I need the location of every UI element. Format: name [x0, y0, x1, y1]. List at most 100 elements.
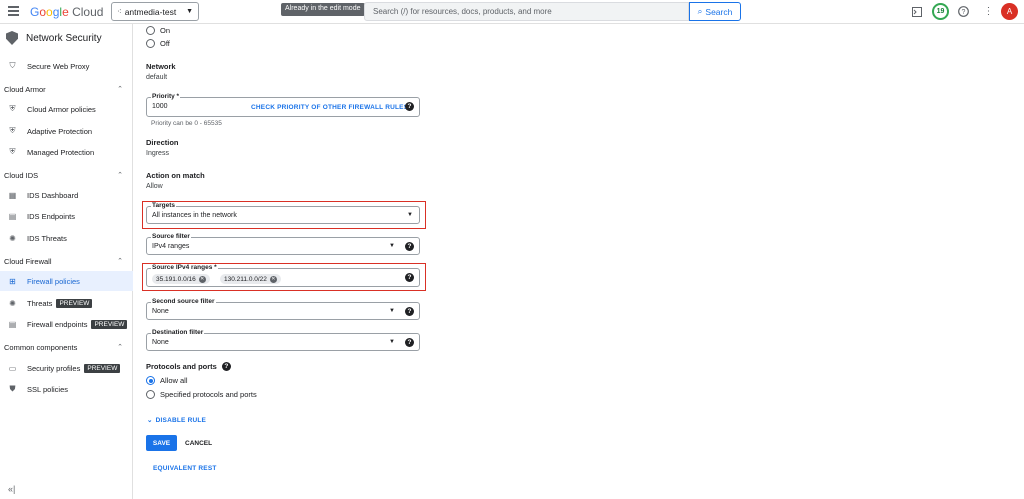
source-filter-select[interactable]: Source filter IPv4 ranges ▼ ?: [146, 233, 420, 255]
disable-rule-label: DISABLE RULE: [155, 416, 207, 424]
firewall-rule-form: On Off Network default Priority * 1000 C…: [133, 24, 1024, 499]
logs-on-option[interactable]: On: [146, 26, 170, 35]
managed-shield-icon: ⛨: [9, 147, 16, 156]
action-label: Action on match: [146, 171, 205, 180]
sidebar-item-ids-threats[interactable]: ✺ IDS Threats: [0, 228, 133, 248]
policy-shield-icon: ⛨: [9, 104, 16, 113]
project-name: antmedia-test: [124, 6, 177, 17]
google-cloud-logo[interactable]: Google Cloud: [30, 5, 103, 19]
sidebar-item-adaptive-protection[interactable]: ⛨ Adaptive Protection: [0, 121, 133, 141]
second-source-value: None: [152, 308, 169, 315]
cancel-button[interactable]: CANCEL: [185, 435, 212, 451]
targets-value: All instances in the network: [152, 212, 237, 219]
shield-icon: [6, 31, 18, 45]
sidebar-item-cloud-armor-policies[interactable]: ⛨ Cloud Armor policies: [0, 99, 133, 119]
section-cloud-armor[interactable]: Cloud Armor ⌃: [0, 82, 133, 96]
radio-specified[interactable]: [146, 390, 155, 399]
section-cloud-firewall[interactable]: Cloud Firewall ⌃: [0, 254, 133, 268]
destination-filter-select[interactable]: Destination filter None ▼ ?: [146, 329, 420, 351]
priority-label: Priority *: [151, 93, 181, 100]
chevron-up-icon: ⌃: [117, 86, 123, 93]
dropdown-arrow-icon: ▼: [389, 243, 395, 249]
avatar[interactable]: A: [1001, 3, 1018, 20]
action-value: Allow: [146, 183, 163, 190]
endpoints-icon: ▤: [8, 211, 17, 221]
proxy-icon: ⛉: [9, 61, 16, 70]
help-icon[interactable]: ?: [405, 273, 414, 282]
dropdown-arrow-icon: ▼: [389, 339, 395, 345]
collapse-sidebar-icon[interactable]: «|: [8, 484, 15, 494]
direction-label: Direction: [146, 138, 179, 147]
help-icon[interactable]: ?: [405, 307, 414, 316]
chevron-down-icon: ⌄: [147, 417, 153, 424]
radio-allow-all[interactable]: [146, 376, 155, 385]
second-source-filter-select[interactable]: Second source filter None ▼ ?: [146, 298, 420, 320]
priority-field[interactable]: Priority * 1000 CHECK PRIORITY OF OTHER …: [146, 93, 420, 117]
targets-select[interactable]: Targets All instances in the network ▼: [146, 202, 420, 224]
section-label: Cloud Firewall: [4, 256, 52, 266]
notifications-badge[interactable]: 19: [932, 3, 949, 20]
remove-chip-icon[interactable]: ✕: [269, 275, 277, 283]
section-label: Cloud Armor: [4, 84, 46, 94]
sidebar-item-firewall-policies[interactable]: ⊞ Firewall policies: [0, 271, 133, 291]
adaptive-shield-icon: ⛨: [9, 126, 16, 135]
help-icon[interactable]: ?: [221, 362, 231, 371]
chevron-up-icon: ⌃: [117, 344, 123, 351]
source-ipv4-ranges-field[interactable]: Source IPv4 ranges * 35.191.0.0/16 ✕ 130…: [146, 264, 420, 287]
help-icon[interactable]: ?: [405, 242, 414, 251]
section-label: Cloud IDS: [4, 170, 39, 180]
help-icon[interactable]: ?: [957, 5, 970, 18]
allow-all-label: Allow all: [160, 376, 188, 385]
sidebar-item-label: Secure Web Proxy: [27, 61, 90, 71]
chip-label: 130.211.0.0/22: [224, 275, 267, 283]
help-icon[interactable]: ?: [405, 338, 414, 347]
section-cloud-ids[interactable]: Cloud IDS ⌃: [0, 168, 133, 182]
sidebar-item-label: Adaptive Protection: [27, 126, 93, 136]
help-icon[interactable]: ?: [405, 102, 414, 111]
direction-value: Ingress: [146, 150, 169, 157]
sidebar-item-ids-dashboard[interactable]: ▦ IDS Dashboard: [0, 185, 133, 205]
cloud-shell-icon[interactable]: [910, 5, 923, 18]
radio-on[interactable]: [146, 26, 155, 35]
section-label: Common components: [4, 342, 78, 352]
main-menu-icon[interactable]: [8, 6, 19, 16]
equivalent-rest-link[interactable]: EQUIVALENT REST: [153, 465, 217, 472]
sidebar-item-threats[interactable]: ✺ Threats PREVIEW: [0, 293, 133, 313]
section-common-components[interactable]: Common components ⌃: [0, 340, 133, 354]
svg-text:?: ?: [962, 9, 966, 16]
remove-chip-icon[interactable]: ✕: [198, 275, 206, 283]
radio-off[interactable]: [146, 39, 155, 48]
search-input[interactable]: Search (/) for resources, docs, products…: [364, 2, 689, 21]
priority-value[interactable]: 1000: [152, 103, 168, 110]
sidebar-item-label: SSL policies: [27, 384, 68, 394]
ip-range-chip[interactable]: 130.211.0.0/22 ✕: [220, 274, 281, 284]
sidebar-item-label: Security profiles: [27, 363, 81, 373]
save-button[interactable]: SAVE: [146, 435, 177, 451]
search-button-label: Search: [705, 6, 733, 17]
sidebar-item-ssl-policies[interactable]: ⛊ SSL policies: [0, 379, 133, 399]
chevron-down-icon: ▼: [186, 8, 193, 15]
sidebar-item-ids-endpoints[interactable]: ▤ IDS Endpoints: [0, 206, 133, 226]
project-selector[interactable]: ⁖ antmedia-test ▼: [111, 2, 199, 21]
search-button[interactable]: ⌕ Search: [689, 2, 741, 21]
dest-filter-value: None: [152, 339, 169, 346]
sidebar-item-label: Managed Protection: [27, 147, 95, 157]
sidebar-item-label: Threats: [27, 298, 53, 308]
allow-all-option[interactable]: Allow all: [146, 376, 188, 385]
logs-off-option[interactable]: Off: [146, 39, 170, 48]
dropdown-arrow-icon: ▼: [389, 308, 395, 314]
sidebar-item-firewall-endpoints[interactable]: ▤ Firewall endpoints PREVIEW: [0, 314, 133, 334]
specified-protocols-option[interactable]: Specified protocols and ports: [146, 390, 257, 399]
more-vert-icon[interactable]: ⋮: [982, 5, 995, 18]
ip-range-chip[interactable]: 35.191.0.0/16 ✕: [152, 274, 210, 284]
disable-rule-toggle[interactable]: ⌄ DISABLE RULE: [147, 416, 207, 425]
edit-mode-tooltip: Already in the edit mode: [281, 3, 365, 16]
profiles-icon: ▭: [8, 363, 17, 373]
protocols-label: Protocols and ports: [146, 362, 217, 371]
sidebar-item-security-profiles[interactable]: ▭ Security profiles PREVIEW: [0, 358, 133, 378]
check-priority-link[interactable]: CHECK PRIORITY OF OTHER FIREWALL RULES: [251, 104, 408, 111]
sidebar-item-secure-web-proxy[interactable]: ⛉ Secure Web Proxy: [0, 56, 133, 76]
sidebar-item-label: IDS Endpoints: [27, 211, 75, 221]
sidebar-item-managed-protection[interactable]: ⛨ Managed Protection: [0, 142, 133, 162]
sidebar-item-label: Firewall endpoints: [27, 319, 88, 329]
